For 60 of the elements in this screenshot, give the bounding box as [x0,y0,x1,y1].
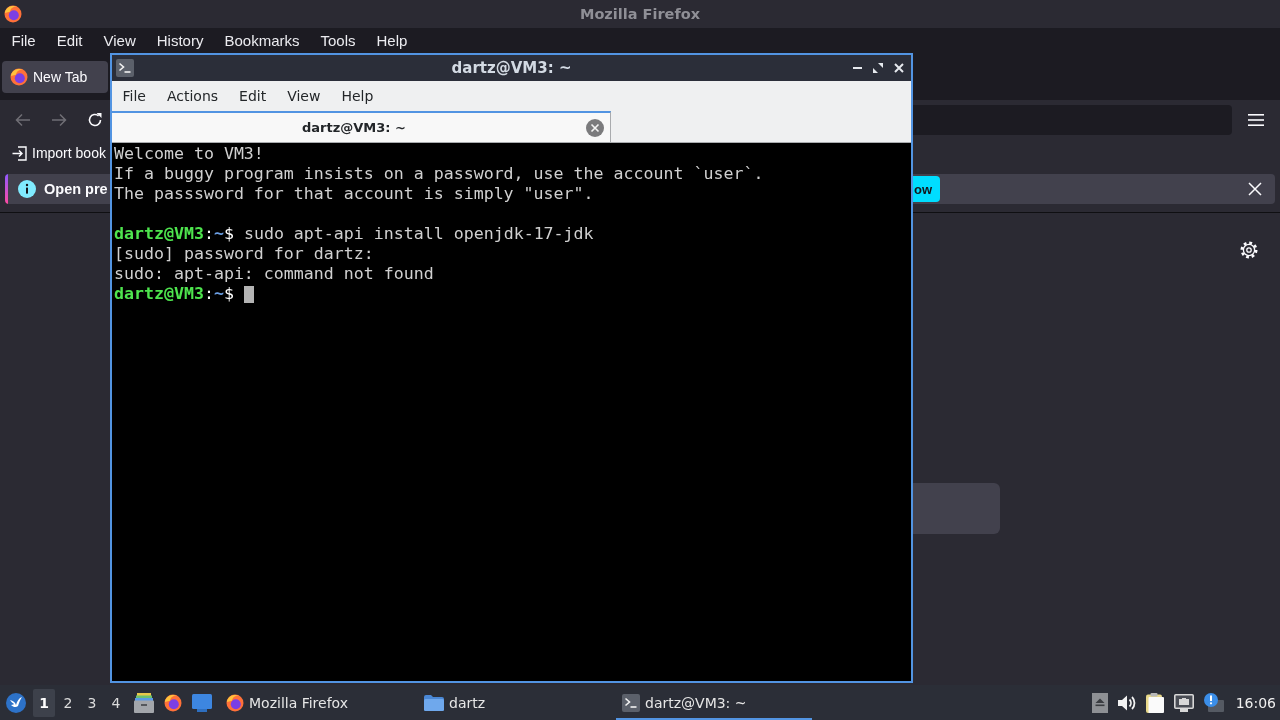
menu-item[interactable]: History [146,29,214,53]
menu-item[interactable]: Actions [156,83,229,109]
reload-icon[interactable] [87,112,103,128]
menu-item[interactable]: Edit [228,83,277,109]
notification-message: Open pre [44,181,108,197]
clipboard-icon[interactable] [1145,692,1164,713]
workspace-button[interactable]: 1 [33,688,55,717]
prompt-line: dartz@VM3:~$ sudo apt-api install openjdk-17-jdk [114,224,594,244]
menu-item[interactable]: View [93,29,147,53]
task-button[interactable]: dartz [418,685,614,720]
monitor-icon[interactable] [192,693,212,712]
eject-icon[interactable] [1091,692,1108,713]
output-line: [sudo] password for dartz: [114,244,374,264]
menu-item[interactable]: Help [366,29,418,53]
notification-action[interactable]: ow [913,176,941,202]
network-port-icon[interactable] [1173,693,1194,712]
import-icon [12,145,27,161]
flame-globe-icon[interactable] [164,693,182,712]
menu-item[interactable]: File [1,29,47,53]
terminal-icon [116,59,134,77]
back-arrow-icon[interactable] [15,113,31,127]
menu-item[interactable]: Help [330,83,384,109]
window-title: dartz@VM3: ~ [451,59,572,77]
maximize-icon[interactable] [873,63,883,73]
prompt-line: dartz@VM3:~$ [114,284,234,304]
bookmark-item[interactable]: Import book [12,142,106,164]
task-button[interactable]: dartz@VM3: ~ [616,685,812,720]
clock[interactable]: 16:06 [1235,694,1276,711]
output-line: sudo: apt-api: command not found [114,264,434,284]
address-field[interactable] [913,105,1232,135]
menu-icon[interactable] [1248,114,1264,126]
workspace-button[interactable]: 2 [57,688,79,717]
menu-item[interactable]: File [112,83,157,109]
settings-icon[interactable] [1240,241,1258,259]
speaker-icon[interactable] [1117,694,1136,711]
terminal-tab[interactable]: dartz@VM3: ~ [112,111,611,142]
tab-title: dartz@VM3: ~ [302,120,406,135]
logo-icon[interactable] [6,692,26,713]
menu-item[interactable]: Bookmarks [213,29,310,53]
menu-item[interactable]: Edit [46,29,94,53]
workspace-button[interactable]: 3 [81,688,103,717]
flame-globe-icon [4,5,22,23]
output-line: If a buggy program insists on a password, use the account `user`. [114,164,764,184]
forward-arrow-icon[interactable] [51,113,67,127]
window-title: Mozilla Firefox [579,6,701,22]
folder-icon [424,694,444,711]
menu-item[interactable]: View [276,83,331,109]
output-line: Welcome to VM3! [114,144,264,164]
flame-globe-icon [226,693,244,712]
file-cabinet-icon[interactable] [134,692,154,713]
browser-tab[interactable]: New Tab [2,61,108,93]
output-line: The passsword for that account is simply "user". [114,184,594,204]
menu-item[interactable]: Tools [310,29,366,53]
close-icon[interactable] [894,63,904,73]
task-button[interactable]: Mozilla Firefox [220,685,416,720]
flame-globe-icon [10,68,28,86]
alert-icon[interactable] [1203,692,1224,713]
workspace-button[interactable]: 4 [105,688,127,717]
info-icon [18,180,36,198]
terminal-icon [622,693,640,712]
